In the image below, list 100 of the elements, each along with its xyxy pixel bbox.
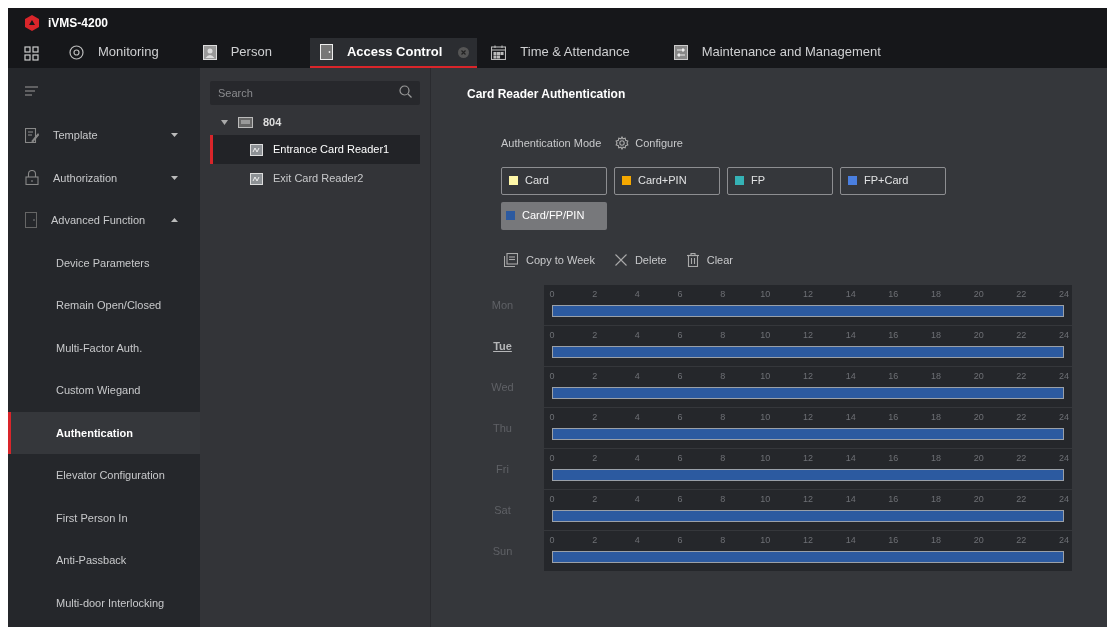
mode-button[interactable]: FP+Card	[840, 166, 946, 195]
toolbar-button[interactable]: Copy to Week	[504, 251, 595, 268]
hour-label: 2	[592, 493, 598, 506]
schedule-bar[interactable]	[553, 552, 1063, 562]
hour-label: 20	[973, 493, 984, 506]
schedule-bar[interactable]	[553, 429, 1063, 439]
menu-icon[interactable]	[25, 86, 38, 96]
toolbar-button[interactable]: Delete	[614, 251, 667, 268]
tab[interactable]: Monitoring	[57, 38, 203, 68]
tab[interactable]: Maintenance and Management	[673, 38, 901, 68]
hour-label: 16	[888, 452, 899, 465]
person-card-icon	[202, 44, 217, 60]
hour-label: 6	[677, 411, 683, 424]
hour-label: 4	[634, 329, 640, 342]
hour-label: 12	[803, 411, 813, 424]
hour-label: 4	[634, 411, 640, 424]
card-reader-item[interactable]: Entrance Card Reader1	[210, 135, 420, 164]
mode-button[interactable]: FP	[727, 166, 833, 195]
copy-icon	[504, 252, 518, 267]
hour-label: 0	[549, 452, 555, 465]
app-grid-icon[interactable]	[24, 45, 39, 61]
sidebar-item[interactable]: Anti-Passback	[8, 539, 200, 582]
hour-label: 12	[803, 370, 813, 383]
hour-label: 20	[973, 534, 984, 547]
hour-label: 6	[677, 370, 683, 383]
sidebar-group[interactable]: Authorization	[8, 156, 200, 199]
schedule-bar[interactable]	[553, 511, 1063, 521]
search-icon[interactable]	[399, 85, 412, 98]
sidebar-group[interactable]: Template	[8, 114, 200, 157]
schedule-bar[interactable]	[553, 306, 1063, 316]
hour-label: 12	[803, 329, 813, 342]
hour-label: 24	[1059, 452, 1069, 465]
hour-label: 10	[760, 411, 771, 424]
schedule-bar[interactable]	[553, 347, 1063, 357]
hour-label: 18	[931, 370, 941, 383]
hour-label: 10	[760, 493, 771, 506]
hour-label: 14	[845, 329, 856, 342]
hour-label: 8	[720, 370, 726, 383]
hour-label: 4	[634, 288, 640, 301]
configure-button[interactable]: Configure	[615, 135, 683, 152]
hour-label: 14	[845, 411, 856, 424]
card-reader-icon	[250, 143, 263, 156]
hour-label: 0	[549, 370, 555, 383]
mode-button[interactable]: Card/FP/PIN	[501, 201, 607, 230]
window-title: iVMS-4200	[48, 15, 109, 32]
sidebar-item[interactable]: Remain Open/Closed	[8, 284, 200, 327]
hour-label: 22	[1016, 288, 1027, 301]
hour-label: 10	[760, 288, 771, 301]
caret-down-icon[interactable]	[221, 119, 228, 125]
hour-label: 14	[845, 493, 856, 506]
sidebar-item[interactable]: Multi-door Interlocking	[8, 581, 200, 624]
hour-label: 8	[720, 411, 726, 424]
mode-button[interactable]: Card+PIN	[614, 166, 720, 195]
close-icon	[614, 253, 627, 266]
sidebar-item[interactable]: Authentication	[8, 411, 200, 454]
hour-label: 0	[549, 288, 555, 301]
hour-label: 2	[592, 329, 598, 342]
day-label[interactable]: Tue	[493, 338, 512, 355]
tab[interactable]: Person	[202, 38, 310, 68]
hour-label: 16	[888, 534, 899, 547]
hour-label: 24	[1059, 370, 1069, 383]
sidebar-item[interactable]: First Person In	[8, 496, 200, 539]
hour-label: 6	[677, 329, 683, 342]
hour-label: 20	[973, 288, 984, 301]
hour-label: 10	[760, 534, 771, 547]
logo-icon	[24, 15, 40, 31]
hour-label: 12	[803, 534, 813, 547]
hour-label: 10	[760, 452, 771, 465]
schedule-bar[interactable]	[553, 470, 1063, 480]
hour-label: 0	[549, 411, 555, 424]
hour-label: 20	[973, 452, 984, 465]
card-reader-icon	[250, 172, 263, 185]
hour-label: 12	[803, 493, 813, 506]
hour-label: 2	[592, 288, 598, 301]
hour-label: 0	[549, 534, 555, 547]
mode-button[interactable]: Card	[501, 166, 607, 195]
hour-label: 22	[1016, 370, 1027, 383]
sidebar-group[interactable]: Advanced Function	[8, 199, 200, 242]
search-field[interactable]: Search	[210, 81, 420, 105]
tab[interactable]: Access Control	[309, 38, 478, 68]
tab[interactable]: Time & Attendance	[477, 38, 674, 68]
hour-label: 24	[1059, 534, 1069, 547]
sidebar-item[interactable]: Custom Wiegand	[8, 369, 200, 412]
hour-label: 18	[931, 493, 941, 506]
schedule-bar[interactable]	[553, 388, 1063, 398]
sidebar-item[interactable]: Elevator Configuration	[8, 454, 200, 497]
sidebar-item[interactable]: Device Parameters	[8, 241, 200, 284]
hour-label: 2	[592, 411, 598, 424]
hour-label: 6	[677, 493, 683, 506]
sidebar-item[interactable]: Multi-Factor Auth.	[8, 326, 200, 369]
card-reader-item[interactable]: Exit Card Reader2	[210, 164, 420, 193]
tree-node[interactable]: 804	[263, 113, 282, 131]
hour-label: 8	[720, 452, 726, 465]
device-icon	[238, 116, 253, 128]
hour-label: 20	[973, 411, 984, 424]
hour-label: 16	[888, 288, 899, 301]
hour-label: 22	[1016, 329, 1027, 342]
hour-label: 14	[845, 452, 856, 465]
close-icon[interactable]	[458, 46, 470, 58]
toolbar-button[interactable]: Clear	[686, 251, 733, 268]
